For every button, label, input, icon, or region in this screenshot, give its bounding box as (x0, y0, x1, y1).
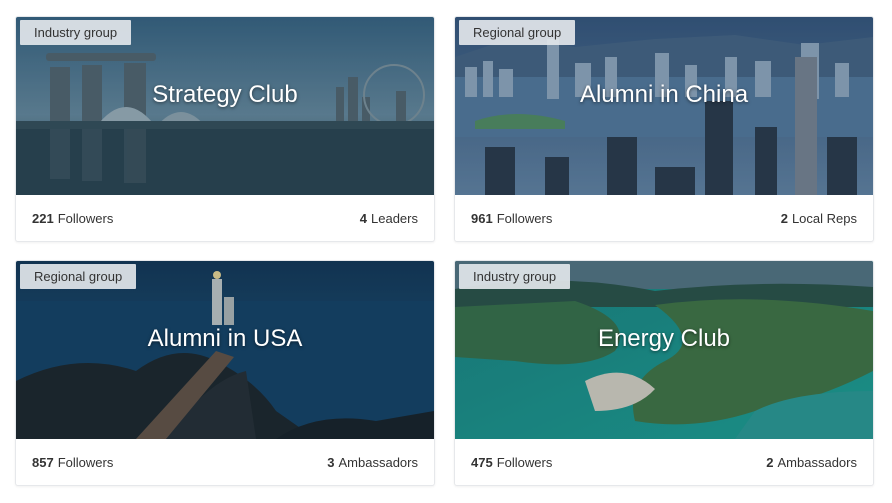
ambassadors-count: 2 (766, 454, 774, 470)
ambassadors-count: 3 (327, 454, 335, 470)
card-footer: 221 Followers 4 Leaders (16, 195, 434, 241)
group-card-strategy-club[interactable]: Industry group Strategy Club 221 Follower… (15, 16, 435, 242)
local-reps-count: 2 (780, 210, 788, 226)
group-card-energy-club[interactable]: Industry group Energy Club 475 Followers … (454, 260, 874, 486)
group-type-badge: Industry group (459, 264, 571, 289)
leaders-stat: 4 Leaders (360, 211, 418, 226)
followers-stat: 475 Followers (471, 455, 552, 470)
ambassadors-stat: 3 Ambassadors (327, 455, 418, 470)
followers-stat: 221 Followers (32, 211, 113, 226)
card-cover-image: Regional group Alumni in USA (16, 261, 434, 439)
ambassadors-label: Ambassadors (338, 454, 418, 470)
followers-count: 475 (471, 454, 493, 470)
ambassadors-stat: 2 Ambassadors (766, 455, 857, 470)
followers-label: Followers (496, 454, 553, 470)
ambassadors-label: Ambassadors (777, 454, 857, 470)
followers-stat: 857 Followers (32, 455, 113, 470)
card-footer: 857 Followers 3 Ambassadors (16, 439, 434, 485)
group-card-alumni-in-usa[interactable]: Regional group Alumni in USA 857 Follower… (15, 260, 435, 486)
followers-count: 221 (32, 210, 54, 226)
followers-count: 857 (32, 454, 54, 470)
group-type-badge: Industry group (20, 20, 132, 45)
followers-count: 961 (471, 210, 493, 226)
leaders-count: 4 (359, 210, 368, 226)
local-reps-label: Local Reps (791, 210, 857, 226)
group-type-badge: Regional group (459, 20, 576, 45)
card-cover-image: Regional group Alumni in China (455, 17, 873, 195)
group-card-alumni-in-china[interactable]: Regional group Alumni in China 961 Follow… (454, 16, 874, 242)
group-title[interactable]: Alumni in USA (16, 325, 434, 353)
followers-label: Followers (57, 210, 114, 226)
group-title[interactable]: Strategy Club (16, 81, 434, 109)
followers-stat: 961 Followers (471, 211, 552, 226)
card-footer: 475 Followers 2 Ambassadors (455, 439, 873, 485)
card-cover-image: Industry group Strategy Club (16, 17, 434, 195)
group-title[interactable]: Alumni in China (455, 81, 873, 109)
followers-label: Followers (496, 210, 553, 226)
local-reps-stat: 2 Local Reps (781, 211, 857, 226)
card-footer: 961 Followers 2 Local Reps (455, 195, 873, 241)
card-cover-image: Industry group Energy Club (455, 261, 873, 439)
group-card-grid: Industry group Strategy Club 221 Follower… (0, 0, 892, 503)
followers-label: Followers (57, 454, 114, 470)
group-type-badge: Regional group (20, 264, 137, 289)
group-title[interactable]: Energy Club (455, 325, 873, 353)
leaders-label: Leaders (371, 210, 418, 226)
